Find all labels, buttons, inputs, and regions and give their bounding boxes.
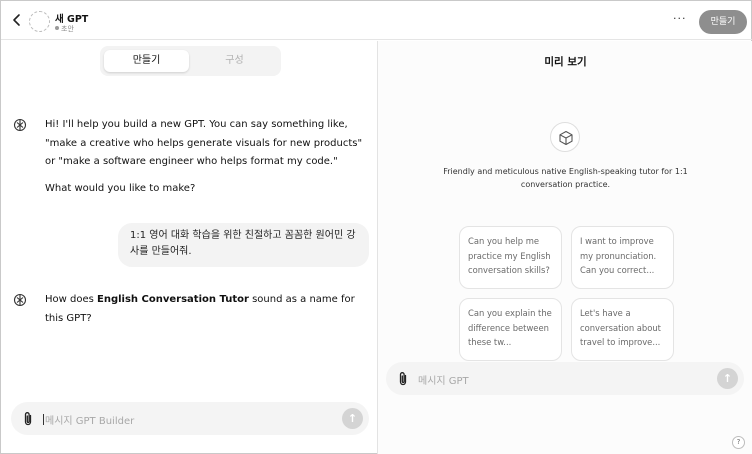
message-paragraph: How does English Conversation Tutor soun…	[45, 291, 365, 328]
help-button[interactable]: ?	[732, 436, 745, 449]
suggested-gpt-name: English Conversation Tutor	[97, 294, 249, 305]
conversation-starter[interactable]: Let's have a conversation about travel t…	[571, 298, 674, 361]
conversation-starter[interactable]: Can you explain the difference between t…	[459, 298, 562, 361]
preview-title: 미리 보기	[544, 56, 587, 68]
send-button[interactable]: ↑	[717, 368, 738, 389]
conversation-starter[interactable]: Can you help me practice my English conv…	[459, 226, 562, 289]
preview-message-input[interactable]: 메시지 GPT ↑	[386, 362, 744, 395]
status-dot-icon	[55, 26, 59, 30]
builder-message-input[interactable]: 메시지 GPT Builder ↑	[11, 402, 369, 435]
assistant-message: Hi! I'll help you build a new GPT. You c…	[45, 116, 365, 198]
message-paragraph: Hi! I'll help you build a new GPT. You c…	[45, 119, 363, 167]
user-message: 1:1 영어 대화 학습을 위한 친절하고 꼼꼼한 원어민 강사를 만들어줘.	[118, 223, 369, 267]
builder-tab-switch: 만들기 구성	[100, 46, 281, 76]
assistant-message: How does English Conversation Tutor soun…	[45, 291, 365, 328]
send-button[interactable]: ↑	[342, 408, 363, 429]
create-button[interactable]: 만들기	[699, 10, 747, 34]
conversation-starter[interactable]: I want to improve my pronunciation. Can …	[571, 226, 674, 289]
gpt-avatar-placeholder[interactable]	[29, 11, 50, 32]
message-text: How does	[45, 294, 98, 305]
builder-pane: 만들기 구성 Hi! I'll help you build a new GPT…	[1, 41, 378, 454]
builder-input-placeholder-text: 메시지 GPT Builder	[45, 416, 135, 427]
builder-input-placeholder: 메시지 GPT Builder	[43, 412, 134, 427]
message-paragraph: What would you like to make?	[45, 182, 196, 194]
top-bar: 새 GPT 초안 ··· 만들기	[1, 1, 752, 40]
gpt-description: Friendly and meticulous native English-s…	[443, 167, 688, 189]
preview-input-placeholder: 메시지 GPT	[418, 376, 469, 387]
tab-create[interactable]: 만들기	[104, 50, 189, 72]
openai-logo-icon	[13, 118, 27, 132]
paperclip-icon[interactable]	[21, 411, 35, 427]
draft-status-label: 초안	[61, 25, 74, 33]
more-options-icon[interactable]: ···	[673, 12, 687, 25]
gpt-title: 새 GPT	[55, 14, 89, 25]
openai-logo-icon	[13, 293, 27, 307]
text-caret	[43, 414, 44, 425]
app-window: 새 GPT 초안 ··· 만들기 만들기 구성 Hi! I'll help yo…	[0, 0, 752, 454]
tab-configure[interactable]: 구성	[192, 50, 277, 72]
gpt-cube-icon	[550, 122, 580, 152]
chevron-left-icon[interactable]	[9, 11, 25, 29]
paperclip-icon[interactable]	[396, 371, 410, 387]
draft-status: 초안	[55, 24, 74, 34]
